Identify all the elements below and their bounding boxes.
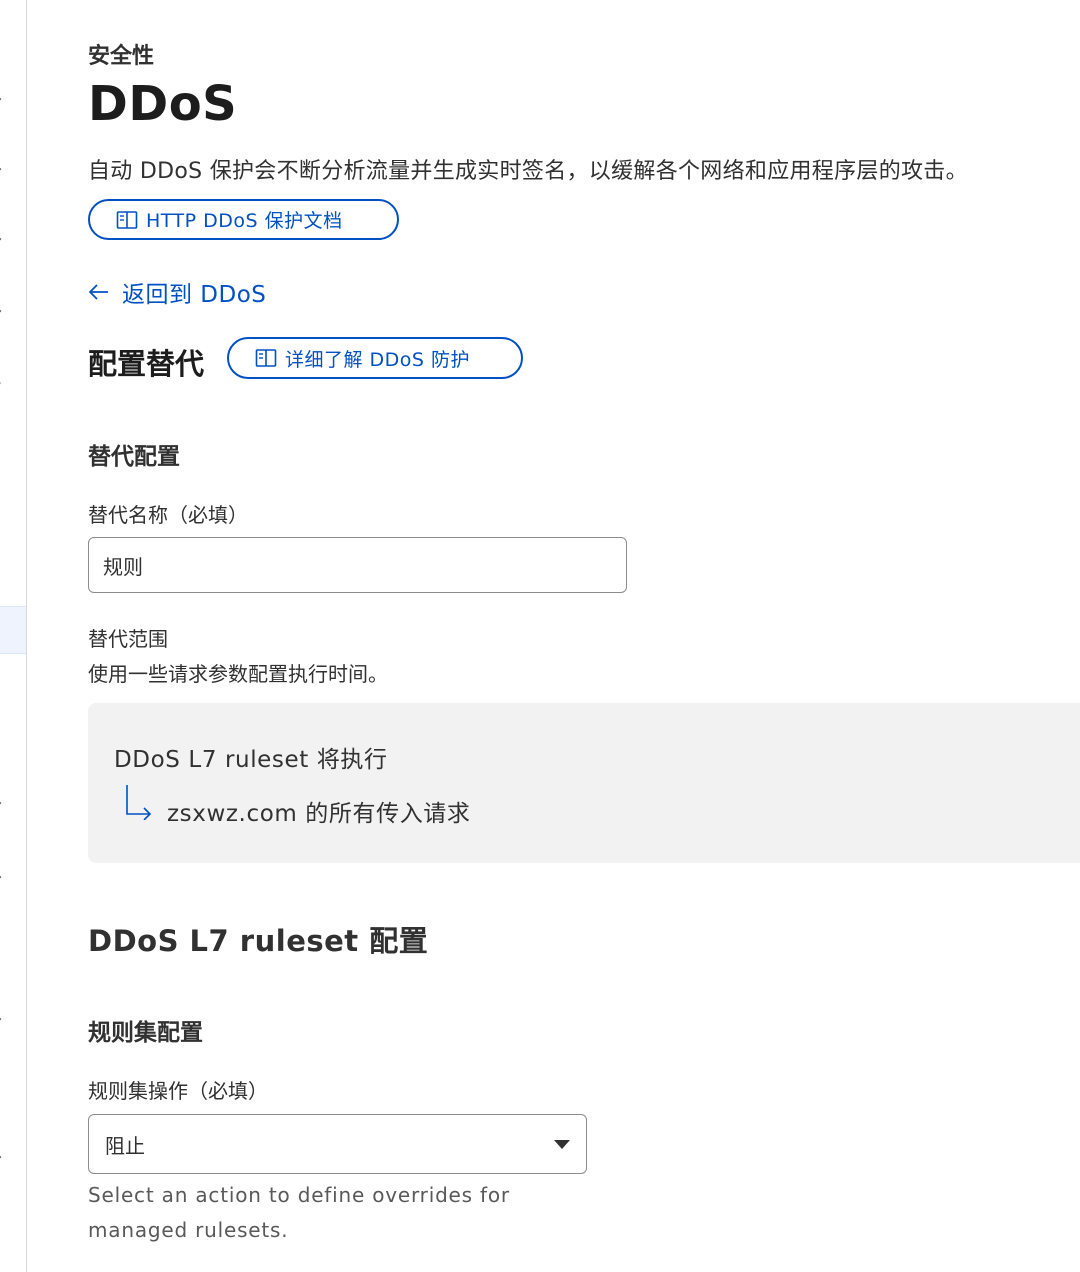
- sidebar-chevron-icon[interactable]: ›: [0, 873, 6, 883]
- page-description: 自动 DDoS 保护会不断分析流量并生成实时签名，以缓解各个网络和应用程序层的攻…: [88, 159, 968, 184]
- arrow-down-right-icon: [120, 784, 154, 824]
- sidebar-chevron-icon[interactable]: ›: [0, 235, 6, 245]
- sidebar-chevron-icon[interactable]: ›: [0, 379, 6, 389]
- scope-ruleset-line: DDoS L7 ruleset 将执行: [114, 740, 388, 774]
- sidebar-chevron-icon[interactable]: ›: [0, 307, 6, 317]
- sidebar-chevron-icon[interactable]: ›: [0, 1153, 6, 1163]
- ruleset-action-label: 规则集操作（必填）: [88, 1079, 268, 1103]
- sidebar-item-active[interactable]: [0, 606, 26, 654]
- page-title: DDoS: [88, 76, 238, 132]
- chevron-down-icon: [554, 1139, 570, 1149]
- scope-will-execute: 将执行: [316, 747, 388, 773]
- sidebar-chevron-icon[interactable]: ›: [0, 799, 6, 809]
- scope-ruleset-name: DDoS L7 ruleset: [114, 747, 309, 773]
- ruleset-action-help: Select an action to define overrides for…: [88, 1183, 510, 1242]
- ruleset-action-select[interactable]: 阻止: [88, 1114, 587, 1174]
- arrow-left-icon: [88, 284, 108, 300]
- override-name-input[interactable]: 规则: [88, 537, 627, 593]
- docs-link-button[interactable]: HTTP DDoS 保护文档: [88, 199, 399, 240]
- sidebar-chevron-icon[interactable]: ›: [0, 1015, 6, 1025]
- learn-more-button[interactable]: 详细了解 DDoS 防护: [227, 337, 523, 379]
- docs-link-label: HTTP DDoS 保护文档: [146, 210, 343, 232]
- scope-summary-box: [88, 703, 1080, 863]
- override-scope-label: 替代范围: [88, 627, 168, 651]
- back-link[interactable]: 返回到 DDoS: [88, 275, 266, 309]
- ruleset-action-value: 阻止: [105, 1133, 145, 1158]
- override-config-title: 替代配置: [88, 444, 180, 470]
- sidebar-chevron-icon[interactable]: ›: [0, 95, 6, 105]
- sidebar: › › › › › › › › ›: [0, 0, 27, 1272]
- book-icon: [255, 349, 277, 367]
- override-scope-help: 使用一些请求参数配置执行时间。: [88, 662, 388, 686]
- learn-more-label: 详细了解 DDoS 防护: [285, 348, 471, 371]
- sidebar-chevron-icon[interactable]: ›: [0, 165, 6, 175]
- ruleset-config-title: DDoS L7 ruleset 配置: [88, 924, 429, 958]
- page-eyebrow: 安全性: [88, 44, 155, 69]
- back-link-label: 返回到 DDoS: [122, 282, 267, 308]
- ruleset-section-title: 规则集配置: [88, 1020, 203, 1046]
- override-name-label: 替代名称（必填）: [88, 503, 248, 527]
- book-icon: [116, 210, 138, 229]
- override-name-value: 规则: [103, 554, 143, 579]
- config-override-title: 配置替代: [88, 347, 205, 381]
- scope-target: zsxwz.com 的所有传入请求: [167, 801, 471, 827]
